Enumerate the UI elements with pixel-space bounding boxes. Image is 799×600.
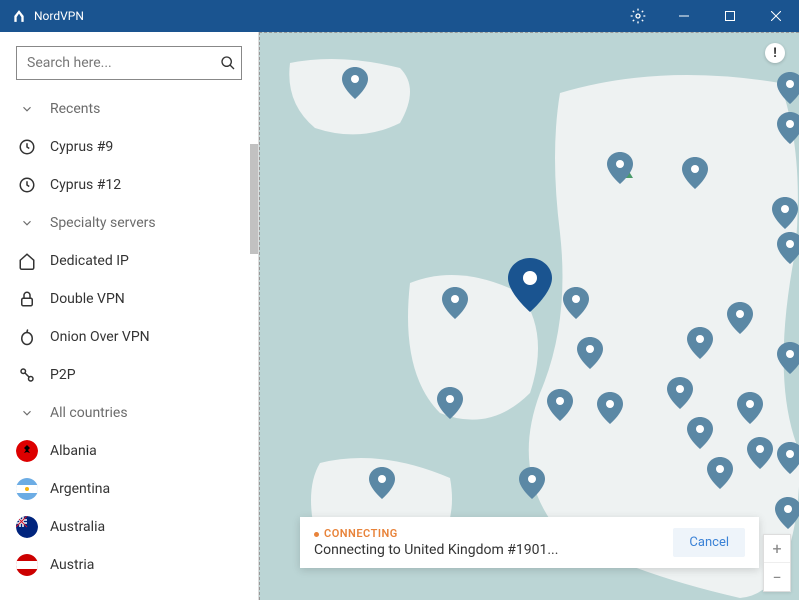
minimize-button[interactable] [661,0,707,32]
map-area[interactable]: ! CONNECTING Connecting to United Kingdo… [259,32,799,600]
status-card: CONNECTING Connecting to United Kingdom … [300,517,759,568]
country-item-label: Argentina [50,481,110,497]
chevron-down-icon [20,406,34,420]
p2p-icon [18,366,36,384]
map-pin[interactable] [563,287,589,323]
gear-icon [630,8,646,24]
map-pin[interactable] [777,342,799,378]
map-pin[interactable] [777,112,799,148]
specialty-header[interactable]: Specialty servers [0,204,258,242]
map-pin[interactable] [687,417,713,453]
status-label: CONNECTING [314,527,673,540]
map-pin-selected[interactable] [508,258,552,316]
maximize-icon [725,11,735,21]
info-badge[interactable]: ! [765,43,785,63]
clock-icon [18,176,36,194]
zoom-in-button[interactable]: + [764,535,790,563]
map-background [260,33,799,600]
map-pin[interactable] [577,337,603,373]
countries-label: All countries [50,405,128,421]
specialty-item-double-vpn[interactable]: Double VPN [0,280,258,318]
country-item-australia[interactable]: Australia [0,508,258,546]
home-icon [18,252,36,270]
map-pin[interactable] [772,197,798,233]
map-pin[interactable] [547,389,573,425]
specialty-item-p2p[interactable]: P2P [0,356,258,394]
status-text: Connecting to United Kingdom #1901... [314,542,673,558]
recent-item-cyprus-12[interactable]: Cyprus #12 [0,166,258,204]
specialty-item-onion[interactable]: Onion Over VPN [0,318,258,356]
map-pin[interactable] [369,467,395,503]
map-pin[interactable] [342,67,368,103]
countries-header[interactable]: All countries [0,394,258,432]
recent-item-cyprus-9[interactable]: Cyprus #9 [0,128,258,166]
map-pin[interactable] [607,152,633,188]
map-pin[interactable] [737,392,763,428]
search-input[interactable] [17,55,215,71]
specialty-item-dedicated-ip[interactable]: Dedicated IP [0,242,258,280]
app-title: NordVPN [34,9,84,23]
zoom-out-button[interactable]: − [764,563,790,591]
specialty-item-label: P2P [50,367,76,383]
close-button[interactable] [753,0,799,32]
country-item-albania[interactable]: Albania [0,432,258,470]
map-pin[interactable] [777,232,799,268]
recents-label: Recents [50,101,100,117]
scrollbar-thumb[interactable] [250,144,258,254]
specialty-label: Specialty servers [50,215,156,231]
map-pin[interactable] [687,327,713,363]
map-pin[interactable] [519,467,545,503]
recents-header[interactable]: Recents [0,90,258,128]
maximize-button[interactable] [707,0,753,32]
search-box[interactable] [16,46,242,80]
map-pin[interactable] [727,302,753,338]
clock-icon [18,138,36,156]
country-item-label: Australia [50,519,105,535]
chevron-down-icon [20,216,34,230]
recent-item-label: Cyprus #12 [50,177,121,193]
map-pin[interactable] [682,157,708,193]
chevron-down-icon [20,102,34,116]
flag-albania-icon [16,440,38,462]
search-icon [220,55,236,71]
flag-australia-icon [16,516,38,538]
map-pin[interactable] [777,72,799,108]
specialty-item-label: Double VPN [50,291,125,307]
country-item-austria[interactable]: Austria [0,546,258,584]
cancel-button[interactable]: Cancel [673,528,745,557]
map-pin[interactable] [597,392,623,428]
onion-icon [18,328,36,346]
country-item-label: Albania [50,443,97,459]
map-pin[interactable] [777,442,799,478]
close-icon [771,11,781,21]
specialty-item-label: Onion Over VPN [50,329,150,345]
lock-icon [18,290,36,308]
map-pin[interactable] [707,457,733,493]
sidebar: Recents Cyprus #9 Cyprus #12 Specialty s… [0,32,259,600]
map-pin[interactable] [667,377,693,413]
app-logo-icon [12,9,26,23]
map-pin[interactable] [442,287,468,323]
recent-item-label: Cyprus #9 [50,139,113,155]
map-pin[interactable] [747,437,773,473]
specialty-item-label: Dedicated IP [50,253,129,269]
country-item-label: Austria [50,557,94,573]
map-pin[interactable] [437,387,463,423]
titlebar: NordVPN [0,0,799,32]
zoom-controls: + − [763,534,791,592]
country-item-argentina[interactable]: Argentina [0,470,258,508]
flag-austria-icon [16,554,38,576]
map-pin[interactable] [775,497,799,533]
settings-button[interactable] [615,0,661,32]
minimize-icon [679,11,689,21]
flag-argentina-icon [16,478,38,500]
